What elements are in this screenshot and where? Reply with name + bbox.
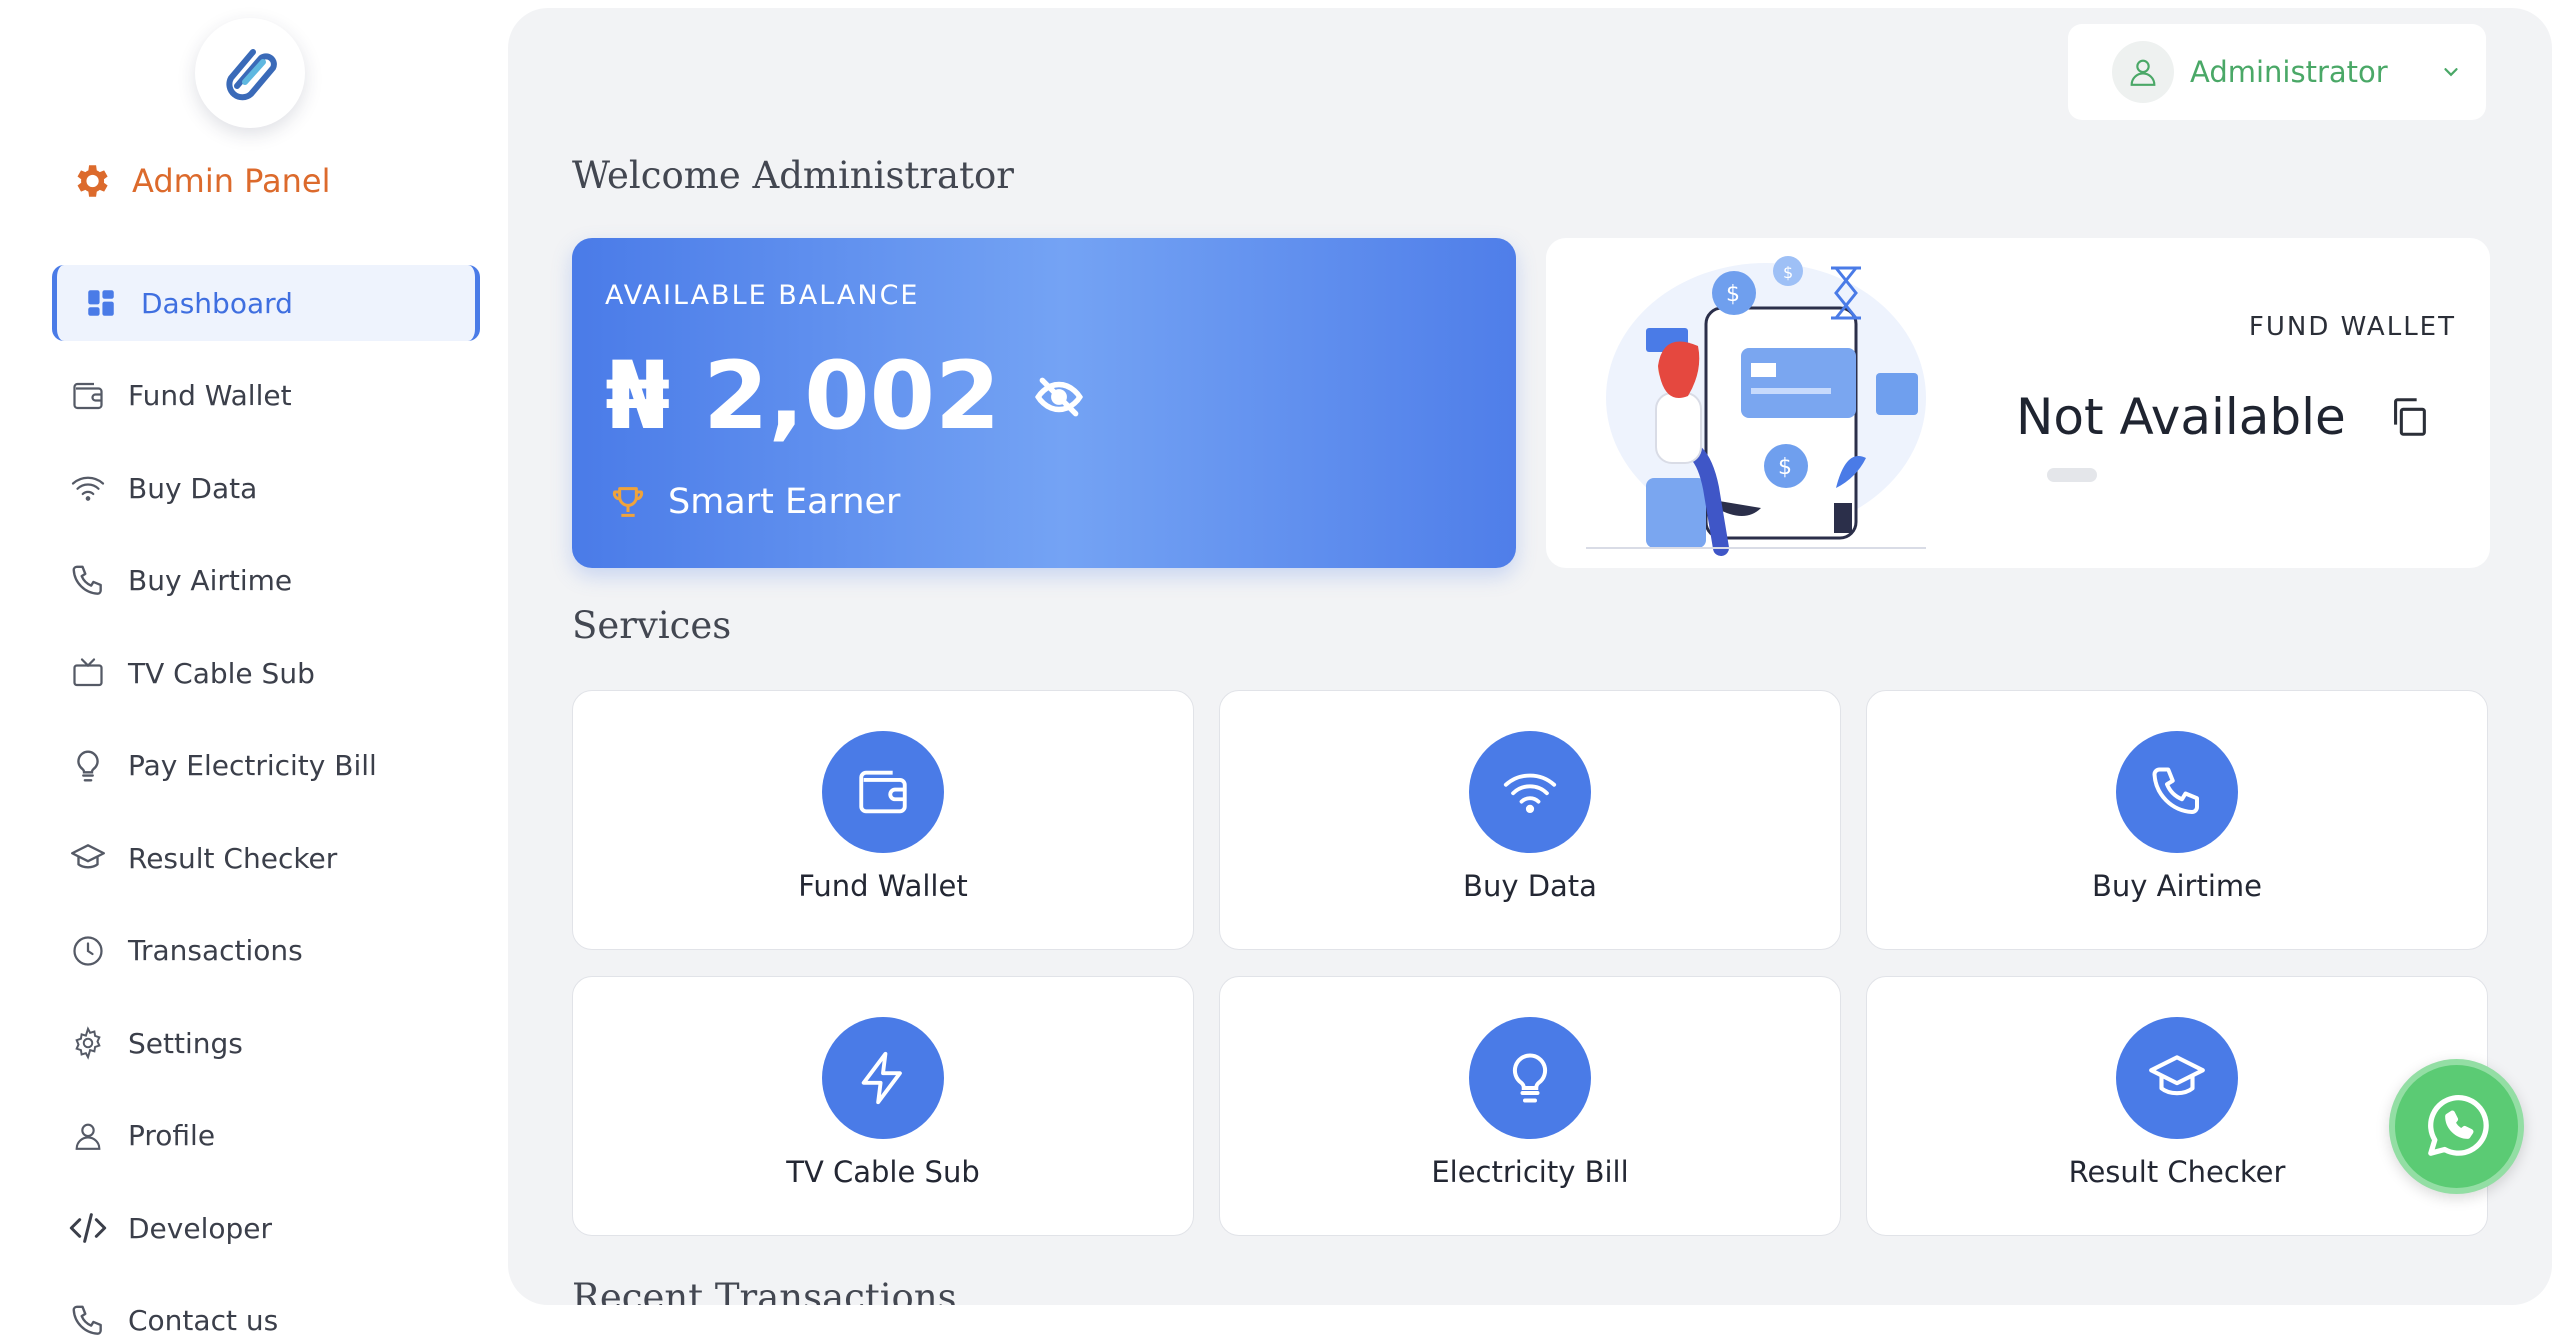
tv-icon <box>68 653 108 693</box>
tier-label: Smart Earner <box>668 482 901 522</box>
fund-wallet-card: $ $ $ FUND WALLET Not Available <box>1546 238 2490 568</box>
svg-text:$: $ <box>1778 455 1792 480</box>
svg-text:$: $ <box>1783 263 1793 282</box>
phone-icon <box>68 1301 108 1339</box>
carousel-dot <box>2047 468 2097 482</box>
clock-icon <box>68 931 108 971</box>
balance-card: AVAILABLE BALANCE ₦ 2,002 Smart Earner <box>572 238 1516 568</box>
services-title: Services <box>572 604 732 647</box>
balance-amount: ₦ 2,002 <box>605 342 1001 451</box>
wifi-icon <box>68 468 108 508</box>
sidebar-item-label: Settings <box>128 1026 243 1060</box>
whatsapp-icon <box>2427 1094 2489 1156</box>
phone-icon <box>68 561 108 601</box>
graduation-cap-icon <box>68 838 108 878</box>
fund-wallet-value: Not Available <box>2016 388 2346 446</box>
service-label: Electricity Bill <box>1431 1155 1629 1189</box>
service-electricity-bill[interactable]: Electricity Bill <box>1219 976 1841 1236</box>
wallet-icon <box>822 731 944 853</box>
service-label: Buy Airtime <box>2092 869 2262 903</box>
sidebar-item-buy-airtime[interactable]: Buy Airtime <box>52 543 480 619</box>
service-buy-airtime[interactable]: Buy Airtime <box>1866 690 2488 950</box>
sidebar-item-label: Transactions <box>128 934 303 967</box>
avatar <box>2112 41 2174 103</box>
phone-icon <box>2116 731 2238 853</box>
logo-icon <box>226 49 277 101</box>
wifi-icon <box>1469 731 1591 853</box>
sidebar-nav: Dashboard Fund Wallet Buy Data Buy Airti… <box>52 265 480 1339</box>
sidebar-item-pay-electricity-bill[interactable]: Pay Electricity Bill <box>52 728 480 804</box>
sidebar-item-label: Developer <box>128 1211 273 1245</box>
copy-icon[interactable] <box>2386 394 2432 440</box>
sidebar-item-result-checker[interactable]: Result Checker <box>52 820 480 896</box>
eye-off-icon[interactable] <box>1034 372 1084 422</box>
sidebar-item-developer[interactable]: Developer <box>52 1190 480 1266</box>
sidebar-item-label: Buy Airtime <box>128 564 293 597</box>
sidebar-item-dashboard[interactable]: Dashboard <box>52 265 480 341</box>
sidebar-item-settings[interactable]: Settings <box>52 1005 480 1081</box>
sidebar-item-label: Contact us <box>128 1304 279 1337</box>
fund-wallet-value-row: Not Available <box>2016 388 2432 446</box>
balance-tier: Smart Earner <box>608 482 900 522</box>
recent-transactions-title: Recent Transactions <box>572 1276 957 1305</box>
bulb-icon <box>68 746 108 786</box>
service-tv-cable-sub[interactable]: TV Cable Sub <box>572 976 1194 1236</box>
balance-amount-row: ₦ 2,002 <box>605 342 1084 451</box>
user-icon <box>68 1116 108 1156</box>
page-title: Welcome Administrator <box>572 154 1014 197</box>
chevron-down-icon <box>2444 68 2458 77</box>
lightning-icon <box>822 1017 944 1139</box>
svg-text:$: $ <box>1726 282 1740 307</box>
sidebar-item-label: TV Cable Sub <box>128 656 315 690</box>
code-icon <box>68 1208 108 1248</box>
graduation-cap-icon <box>2116 1017 2238 1139</box>
main-content: Administrator Welcome Administrator AVAI… <box>508 8 2552 1305</box>
brand: Admin Panel <box>70 160 330 202</box>
user-name: Administrator <box>2190 55 2388 89</box>
sidebar-item-label: Dashboard <box>141 286 293 320</box>
sidebar-item-label: Buy Data <box>128 471 258 505</box>
sidebar-item-label: Result Checker <box>128 841 338 875</box>
sidebar-item-contact-us[interactable]: Contact us <box>52 1283 480 1339</box>
fund-wallet-label: FUND WALLET <box>2248 312 2456 342</box>
whatsapp-button[interactable] <box>2389 1059 2524 1194</box>
user-menu[interactable]: Administrator <box>2068 24 2486 120</box>
gear-icon <box>77 165 108 197</box>
sidebar-item-transactions[interactable]: Transactions <box>52 913 480 989</box>
service-buy-data[interactable]: Buy Data <box>1219 690 1841 950</box>
trophy-icon <box>612 487 644 517</box>
service-label: Buy Data <box>1463 869 1597 903</box>
bulb-icon <box>1469 1017 1591 1139</box>
service-label: Fund Wallet <box>798 869 968 903</box>
user-icon <box>2130 59 2156 86</box>
sidebar-item-buy-data[interactable]: Buy Data <box>52 450 480 526</box>
sidebar-item-tv-cable-sub[interactable]: TV Cable Sub <box>52 635 480 711</box>
service-fund-wallet[interactable]: Fund Wallet <box>572 690 1194 950</box>
service-label: Result Checker <box>2068 1155 2286 1189</box>
balance-label: AVAILABLE BALANCE <box>605 280 920 311</box>
sidebar-item-fund-wallet[interactable]: Fund Wallet <box>52 358 480 434</box>
sidebar-item-label: Pay Electricity Bill <box>128 749 377 782</box>
sidebar-item-label: Fund Wallet <box>128 379 292 412</box>
gear-icon <box>68 1023 108 1063</box>
brand-title: Admin Panel <box>132 162 331 200</box>
wallet-illustration: $ $ $ <box>1586 256 1926 556</box>
service-label: TV Cable Sub <box>786 1155 980 1189</box>
wallet-icon <box>68 376 108 416</box>
app-logo[interactable] <box>195 18 305 128</box>
dashboard-icon <box>81 283 121 323</box>
sidebar-item-profile[interactable]: Profile <box>52 1098 480 1174</box>
sidebar-item-label: Profile <box>128 1119 216 1152</box>
sidebar: Admin Panel Dashboard Fund Wallet Buy Da… <box>0 0 507 1339</box>
